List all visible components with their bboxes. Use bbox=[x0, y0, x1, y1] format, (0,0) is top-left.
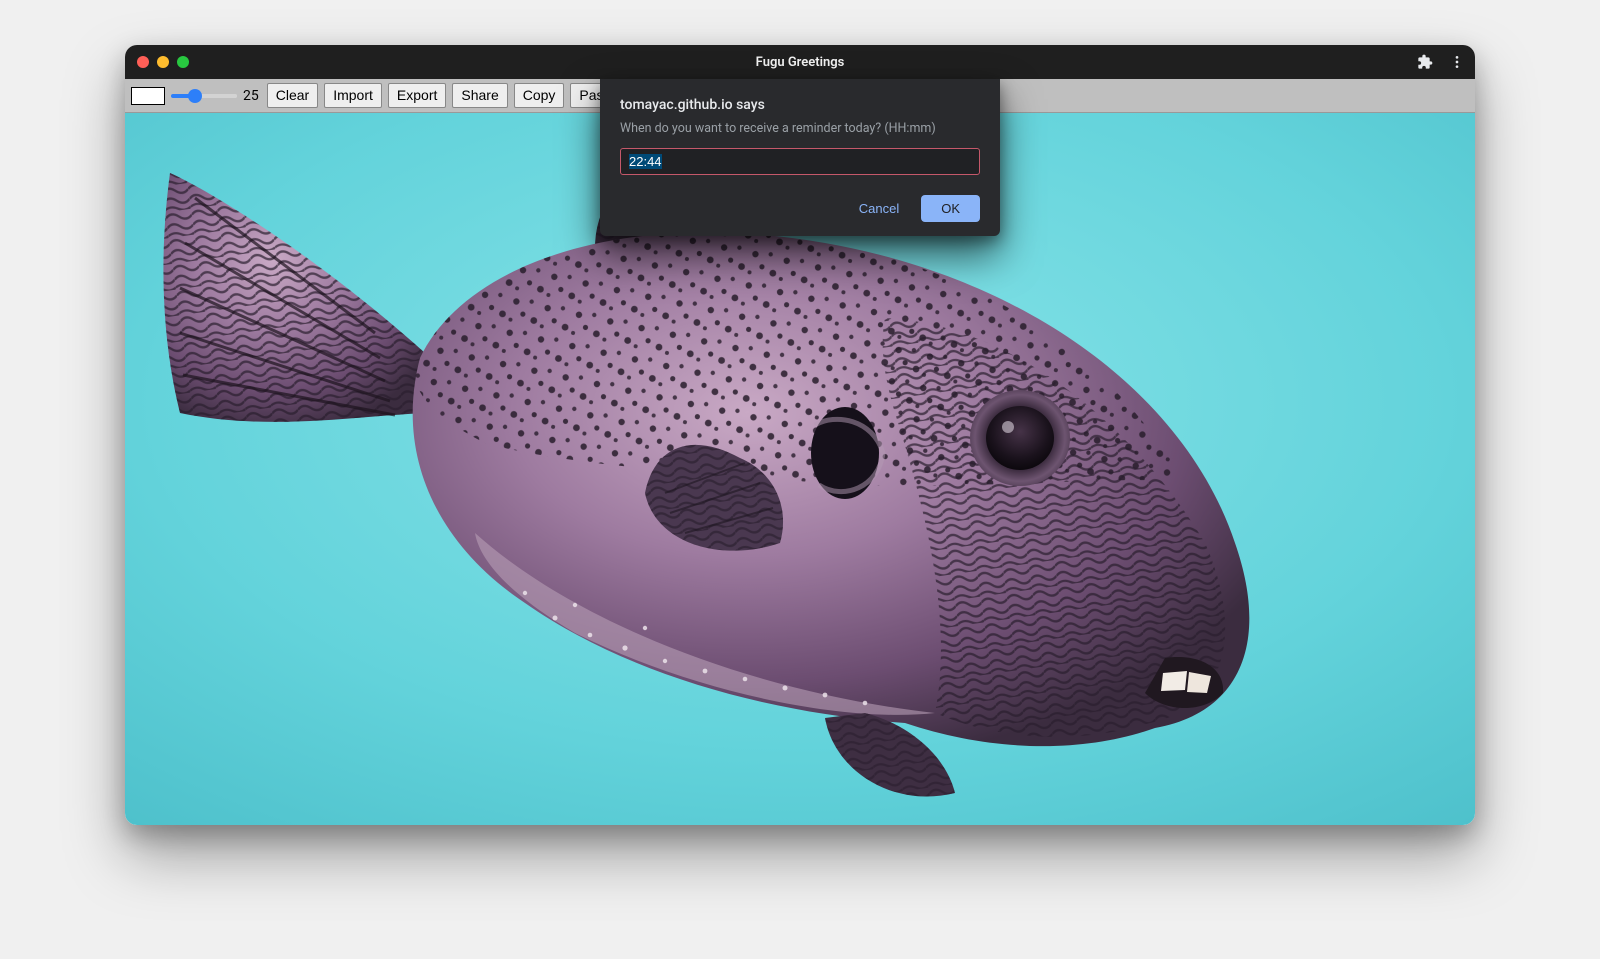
share-button[interactable]: Share bbox=[452, 83, 507, 107]
title-bar-right bbox=[1417, 54, 1465, 70]
prompt-ok-button[interactable]: OK bbox=[921, 195, 980, 222]
title-bar: Fugu Greetings bbox=[125, 45, 1475, 79]
window-title: Fugu Greetings bbox=[756, 55, 845, 70]
kebab-menu-icon[interactable] bbox=[1449, 54, 1465, 70]
brush-size-value: 25 bbox=[243, 88, 261, 104]
js-prompt-dialog: tomayac.github.io says When do you want … bbox=[600, 79, 1000, 236]
brush-size-control: 25 bbox=[171, 88, 261, 104]
color-picker-swatch[interactable] bbox=[131, 87, 165, 105]
traffic-lights bbox=[137, 56, 189, 68]
copy-button[interactable]: Copy bbox=[514, 83, 565, 107]
app-window: Fugu Greetings 25 Clear Import Export Sh… bbox=[125, 45, 1475, 825]
clear-button[interactable]: Clear bbox=[267, 83, 318, 107]
prompt-message: When do you want to receive a reminder t… bbox=[620, 121, 980, 136]
export-button[interactable]: Export bbox=[388, 83, 446, 107]
import-button[interactable]: Import bbox=[324, 83, 382, 107]
brush-size-slider[interactable] bbox=[171, 94, 237, 98]
maximize-window-button[interactable] bbox=[177, 56, 189, 68]
prompt-input[interactable] bbox=[620, 148, 980, 175]
prompt-host-line: tomayac.github.io says bbox=[620, 97, 980, 113]
close-window-button[interactable] bbox=[137, 56, 149, 68]
prompt-cancel-button[interactable]: Cancel bbox=[851, 195, 907, 222]
prompt-actions: Cancel OK bbox=[620, 195, 980, 222]
extensions-icon[interactable] bbox=[1417, 54, 1433, 70]
minimize-window-button[interactable] bbox=[157, 56, 169, 68]
